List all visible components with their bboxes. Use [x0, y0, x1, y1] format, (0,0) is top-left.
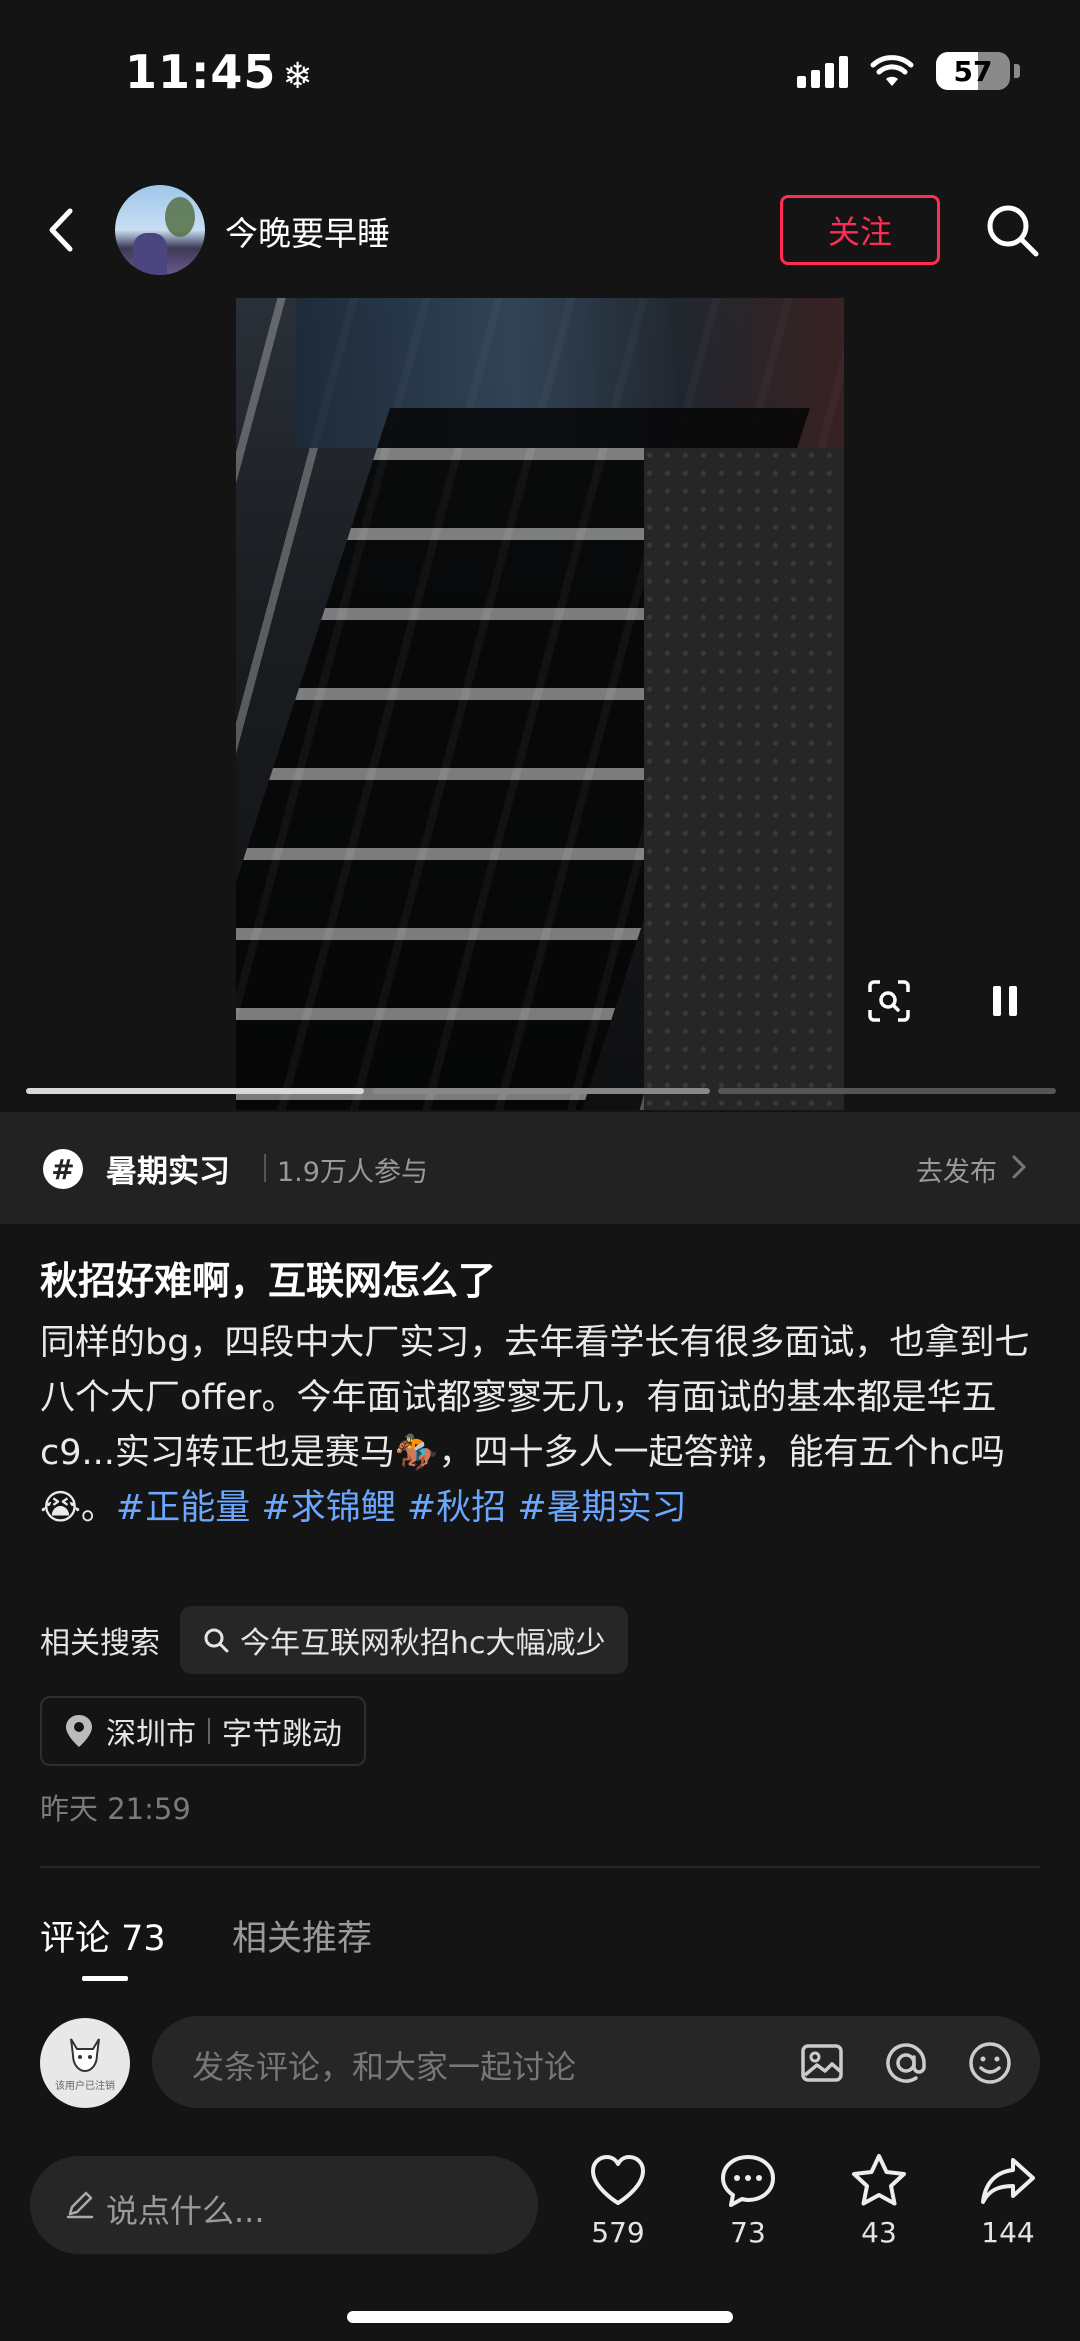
- cellular-signal-icon: [797, 54, 848, 88]
- location-city: 深圳市: [106, 1717, 196, 1752]
- location-place: 字节跳动: [222, 1717, 342, 1752]
- tab-related-recommend[interactable]: 相关推荐: [232, 1910, 372, 1961]
- related-search: 相关搜索 今年互联网秋招hc大幅减少: [40, 1606, 628, 1674]
- post-timestamp: 昨天 21:59: [40, 1792, 191, 1826]
- progress-segment-1: [26, 1088, 364, 1094]
- heart-icon: [591, 2155, 645, 2205]
- search-icon: [204, 1628, 229, 1653]
- author-avatar[interactable]: [115, 185, 205, 275]
- post-header: 今晚要早睡 关注: [0, 175, 1080, 285]
- related-search-chip[interactable]: 今年互联网秋招hc大幅减少: [180, 1606, 628, 1674]
- follow-button[interactable]: 关注: [780, 195, 940, 265]
- my-avatar[interactable]: 该用户已注销: [40, 2018, 130, 2108]
- comment-button[interactable]: 73: [698, 2150, 798, 2249]
- image-icon[interactable]: [798, 2039, 846, 2087]
- at-mention-icon[interactable]: [882, 2039, 930, 2087]
- author-name[interactable]: 今晚要早睡: [225, 207, 390, 255]
- comment-bubble-icon: [721, 2155, 775, 2207]
- back-icon[interactable]: [38, 205, 88, 255]
- share-arrow-icon: [981, 2158, 1035, 2204]
- gym-dumbbell-photo: [236, 298, 844, 1110]
- comment-input[interactable]: 发条评论，和大家一起讨论: [152, 2016, 1040, 2108]
- tag-link[interactable]: #求锦鲤: [261, 1488, 395, 1528]
- tab-comments[interactable]: 评论 73: [40, 1910, 166, 1961]
- progress-segment-3: [718, 1088, 1056, 1094]
- battery-icon: 57: [936, 52, 1010, 90]
- tab-underline: [82, 1976, 128, 1981]
- wifi-icon: [870, 55, 914, 86]
- topic-participants: 1.9万人参与: [277, 1157, 428, 1188]
- related-search-label: 相关搜索: [40, 1626, 160, 1661]
- tag-link[interactable]: #秋招: [407, 1488, 506, 1528]
- location-chip[interactable]: 深圳市 字节跳动: [40, 1696, 366, 1766]
- favorite-count: 43: [861, 2216, 897, 2249]
- comment-count: 73: [730, 2216, 766, 2249]
- tag-link[interactable]: #正能量: [116, 1488, 250, 1528]
- location-pin-icon: [66, 1715, 92, 1747]
- star-icon: [852, 2154, 906, 2206]
- hashtag-icon: #: [43, 1149, 83, 1189]
- snowflake-icon: ❄: [282, 56, 314, 97]
- like-button[interactable]: 579: [568, 2150, 668, 2249]
- favorite-button[interactable]: 43: [829, 2150, 929, 2249]
- dog-avatar-icon: [70, 2037, 100, 2072]
- chevron-right-icon: [1012, 1155, 1027, 1179]
- share-button[interactable]: 144: [958, 2150, 1058, 2249]
- topic-title: 暑期实习: [106, 1154, 230, 1190]
- emoji-icon[interactable]: [966, 2039, 1014, 2087]
- post-media[interactable]: [0, 298, 1080, 1110]
- topic-publish-link[interactable]: 去发布: [916, 1150, 997, 1189]
- share-count: 144: [981, 2216, 1035, 2249]
- image-scan-icon[interactable]: [866, 978, 912, 1024]
- divider: [40, 1866, 1040, 1868]
- progress-segment-2: [372, 1088, 710, 1094]
- tag-link[interactable]: #暑期实习: [517, 1488, 686, 1528]
- pause-icon[interactable]: [982, 978, 1028, 1024]
- status-time: 11:45 ❄: [125, 45, 314, 99]
- topic-bar[interactable]: # 暑期实习 1.9万人参与 去发布: [0, 1112, 1080, 1224]
- home-indicator[interactable]: [347, 2311, 733, 2323]
- like-count: 579: [591, 2216, 645, 2249]
- say-something-input[interactable]: 说点什么...: [30, 2156, 538, 2254]
- post-body: 同样的bg，四段中大厂实习，去年看学长有很多面试，也拿到七八个大厂offer。今…: [40, 1316, 1040, 1536]
- pencil-icon: [66, 2191, 94, 2219]
- status-bar: 11:45 ❄ 57: [0, 0, 1080, 150]
- search-icon[interactable]: [982, 200, 1042, 260]
- post-title: 秋招好难啊，互联网怎么了: [40, 1259, 497, 1303]
